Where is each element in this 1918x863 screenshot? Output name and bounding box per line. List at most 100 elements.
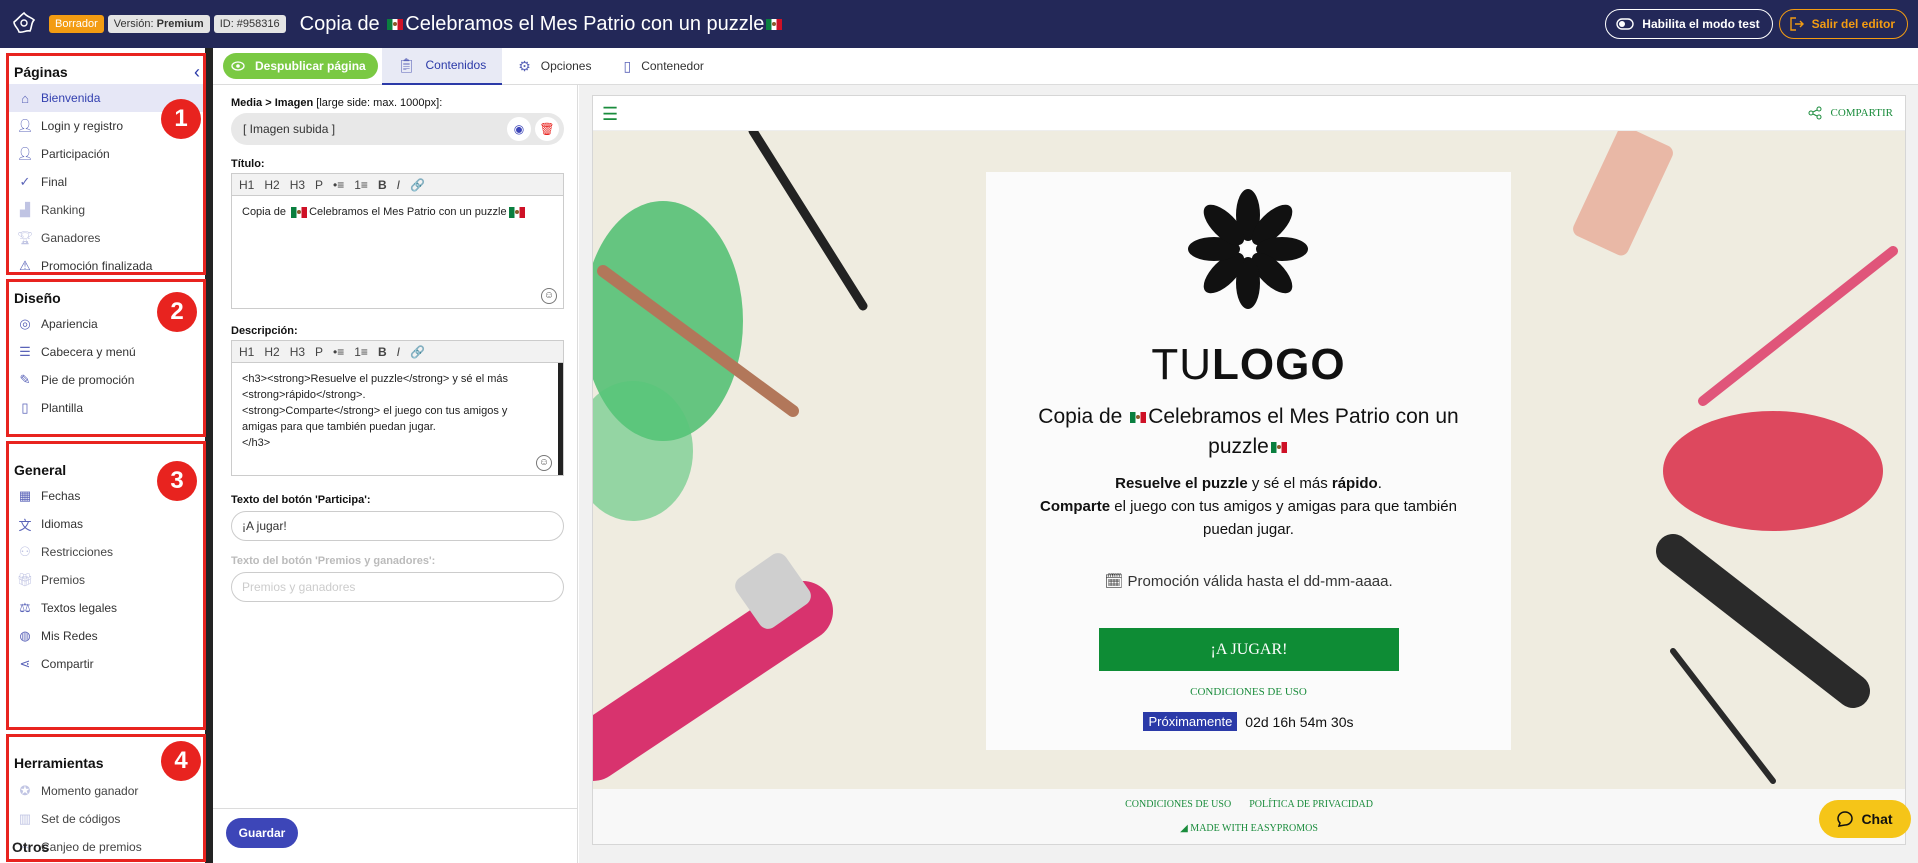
- section-diseno: Diseño ◎ Apariencia ☰ Cabecera y menú ✎ Pie…: [6, 279, 206, 437]
- tab-contenedor[interactable]: ▯ Contenedor: [607, 48, 719, 85]
- test-mode-button[interactable]: Habilita el modo test: [1605, 9, 1773, 39]
- numbered-list-icon[interactable]: 1≡: [351, 178, 371, 192]
- section-title-otros[interactable]: Otros: [12, 839, 49, 855]
- gift-icon: 🎁︎: [16, 572, 34, 587]
- save-button[interactable]: Guardar: [226, 818, 298, 848]
- sidebar-item-cabecera[interactable]: ☰ Cabecera y menú: [9, 338, 203, 366]
- id-badge: ID: #958316: [213, 15, 286, 33]
- numbered-list-icon[interactable]: 1≡: [351, 345, 371, 359]
- sidebar-item-idiomas[interactable]: 文 Idiomas: [9, 510, 203, 538]
- italic-button[interactable]: I: [394, 178, 403, 192]
- preview-title-main: Celebramos el Mes Patrio con un puzzle: [1148, 405, 1459, 458]
- sidebar-item-restricciones[interactable]: ⚇ Restricciones: [9, 538, 203, 566]
- tab-label: Contenedor: [641, 59, 704, 73]
- footer-conditions-link[interactable]: CONDICIONES DE USO: [1125, 799, 1231, 810]
- sidebar-item-momento-ganador[interactable]: ✪ Momento ganador: [9, 777, 203, 805]
- sidebar-item-label: Participación: [41, 147, 110, 161]
- h2-button[interactable]: H2: [261, 178, 282, 192]
- sidebar-item-label: Ganadores: [41, 231, 101, 245]
- home-icon: ⌂: [21, 90, 29, 106]
- preview-header: ☰ COMPARTIR: [593, 96, 1905, 131]
- app-logo-icon[interactable]: [9, 9, 39, 39]
- editor-tabs: Despublicar página 📋︎ Contenidos ⚙ Opcione…: [213, 47, 1918, 85]
- p-button[interactable]: P: [312, 178, 326, 192]
- sidebar-item-participacion[interactable]: 👤︎ Participación: [9, 140, 203, 168]
- sidebar-item-plantilla[interactable]: ▯ Plantilla: [9, 394, 203, 422]
- user-icon: 👤︎: [16, 118, 34, 133]
- section-title: Páginas: [14, 64, 68, 80]
- easypromos-icon: ◢: [1180, 823, 1191, 834]
- barcode-icon: ▥: [18, 811, 32, 826]
- flower-logo-icon: [1188, 189, 1308, 309]
- conditions-link[interactable]: CONDICIONES DE USO: [986, 686, 1511, 698]
- h1-button[interactable]: H1: [236, 345, 257, 359]
- link-icon[interactable]: 🔗: [407, 178, 428, 192]
- mexico-flag-icon: [766, 18, 783, 30]
- description-editor[interactable]: H1 H2 H3 P •≡ 1≡ B I 🔗 <h3><strong>Resue…: [231, 340, 564, 476]
- footer-privacy-link[interactable]: POLÍTICA DE PRIVACIDAD: [1249, 799, 1373, 810]
- gavel-icon: ⚖: [19, 600, 31, 615]
- users-icon: ⚇: [19, 544, 31, 559]
- rte-toolbar: H1 H2 H3 P •≡ 1≡ B I 🔗: [232, 341, 563, 363]
- italic-button[interactable]: I: [394, 345, 403, 359]
- chat-button[interactable]: Chat: [1819, 800, 1911, 838]
- gear-icon: ⚙: [518, 57, 531, 74]
- trash-icon[interactable]: 🗑︎: [535, 117, 559, 141]
- version-badge-label: Versión:: [113, 18, 154, 30]
- bullet-list-icon[interactable]: •≡: [330, 345, 347, 359]
- sidebar-item-pie[interactable]: ✎ Pie de promoción: [9, 366, 203, 394]
- sidebar-item-final[interactable]: ✓ Final: [9, 168, 203, 196]
- sidebar-item-mis-redes[interactable]: ◍ Mis Redes: [9, 622, 203, 650]
- section-general: General ▦ Fechas 文 Idiomas ⚇ Restricciones …: [6, 441, 206, 730]
- share-link[interactable]: COMPARTIR: [1808, 106, 1893, 120]
- exit-editor-label: Salir del editor: [1811, 17, 1895, 31]
- exit-editor-button[interactable]: Salir del editor: [1778, 9, 1908, 39]
- top-bar: Borrador Versión: Premium ID: #958316 Co…: [0, 0, 1918, 48]
- share-label: COMPARTIR: [1830, 107, 1893, 119]
- coming-soon-badge: Próximamente: [1143, 712, 1238, 731]
- p-button[interactable]: P: [312, 345, 326, 359]
- bold-button[interactable]: B: [375, 178, 390, 192]
- sidebar-item-promocion-finalizada[interactable]: ⚠ Promoción finalizada: [9, 252, 203, 280]
- emoji-icon[interactable]: ☺: [536, 455, 552, 471]
- sidebar-item-ganadores[interactable]: 🏆︎ Ganadores: [9, 224, 203, 252]
- collapse-sidebar-icon[interactable]: ‹: [194, 62, 200, 83]
- preview-eye-icon[interactable]: ◉: [507, 117, 531, 141]
- h3-button[interactable]: H3: [287, 345, 308, 359]
- share-icon: [1808, 106, 1822, 120]
- sidebar-item-ranking[interactable]: ▟ Ranking: [9, 196, 203, 224]
- link-icon[interactable]: 🔗: [407, 345, 428, 359]
- title-editor-body[interactable]: Copia de Celebramos el Mes Patrio con un…: [232, 196, 563, 308]
- sidebar-item-set-codigos[interactable]: ▥ Set de códigos: [9, 805, 203, 833]
- title-text-prefix: Copia de: [242, 206, 287, 218]
- h2-button[interactable]: H2: [261, 345, 282, 359]
- preview-title: Copia de Celebramos el Mes Patrio con un…: [1016, 402, 1481, 462]
- play-button[interactable]: ¡A JUGAR!: [1099, 628, 1399, 671]
- bullet-list-icon[interactable]: •≡: [330, 178, 347, 192]
- bold-button[interactable]: B: [375, 345, 390, 359]
- sidebar-item-textos-legales[interactable]: ⚖ Textos legales: [9, 594, 203, 622]
- btn-participa-input[interactable]: ¡A jugar!: [231, 511, 564, 541]
- description-editor-body[interactable]: <h3><strong>Resuelve el puzzle</strong> …: [232, 363, 563, 475]
- tab-opciones[interactable]: ⚙ Opciones: [502, 48, 607, 85]
- sidebar-item-premios[interactable]: 🎁︎ Premios: [9, 566, 203, 594]
- made-with-link[interactable]: ◢ MADE WITH EASYPROMOS: [593, 823, 1905, 834]
- btn-premios-input[interactable]: Premios y ganadores: [231, 572, 564, 602]
- user-edit-icon: 👤︎: [16, 146, 34, 161]
- mexico-flag-icon: [508, 206, 525, 218]
- warning-icon: ⚠: [19, 258, 31, 273]
- description-line: <strong>Comparte</strong> el juego con t…: [242, 405, 508, 417]
- tab-contenidos[interactable]: 📋︎ Contenidos: [381, 47, 503, 85]
- h3-button[interactable]: H3: [287, 178, 308, 192]
- sidebar-item-label: Promoción finalizada: [41, 259, 153, 273]
- title-editor[interactable]: H1 H2 H3 P •≡ 1≡ B I 🔗 Copia de Celebram…: [231, 173, 564, 309]
- promo-card: TULOGO Copia de Celebramos el Mes Patrio…: [986, 172, 1511, 750]
- hamburger-menu-icon[interactable]: ☰: [602, 104, 618, 125]
- chat-label: Chat: [1861, 811, 1893, 827]
- sidebar-item-label: Momento ganador: [41, 784, 139, 798]
- podium-icon: ▟: [20, 202, 30, 217]
- sidebar-item-compartir[interactable]: ⋖ Compartir: [9, 650, 203, 678]
- unpublish-button[interactable]: Despublicar página: [223, 53, 378, 79]
- h1-button[interactable]: H1: [236, 178, 257, 192]
- emoji-icon[interactable]: ☺: [541, 288, 557, 304]
